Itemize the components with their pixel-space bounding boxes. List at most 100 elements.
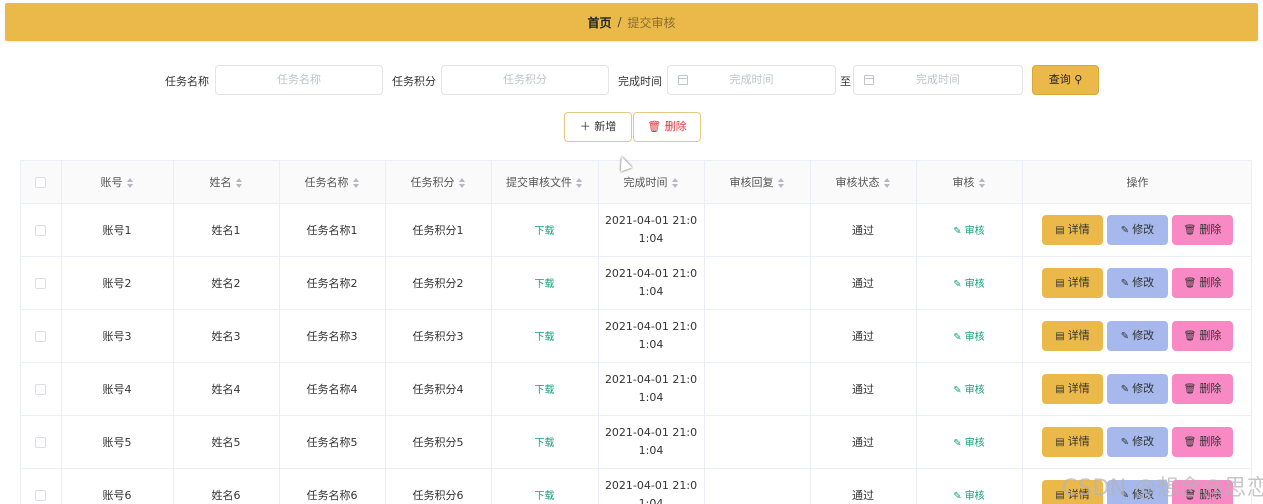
sort-caret-icon[interactable] bbox=[883, 177, 891, 188]
task-name-input[interactable]: 任务名称 bbox=[215, 65, 383, 95]
document-icon: ▤ bbox=[1055, 277, 1065, 289]
sort-caret-icon[interactable] bbox=[777, 177, 785, 188]
column-header-audit[interactable]: 审核 bbox=[916, 161, 1023, 204]
sort-caret-icon[interactable] bbox=[458, 177, 466, 188]
sort-caret-icon[interactable] bbox=[576, 177, 583, 188]
row-checkbox[interactable] bbox=[35, 383, 47, 395]
task-name-label: 任务名称 bbox=[165, 75, 209, 88]
edit-button[interactable]: ✎ 修改 bbox=[1107, 214, 1168, 245]
download-link[interactable]: 下载 bbox=[535, 279, 555, 290]
reply-cell bbox=[704, 415, 811, 469]
query-button[interactable]: 查询 ⚲ bbox=[1032, 65, 1099, 95]
detail-label: 详情 bbox=[1067, 434, 1090, 448]
calendar-icon bbox=[678, 75, 688, 85]
row-delete-button[interactable]: 🗑 删除 bbox=[1172, 426, 1233, 457]
column-header-reply[interactable]: 审核回复 bbox=[704, 161, 811, 204]
column-header-time[interactable]: 完成时间 bbox=[598, 161, 705, 204]
row-delete-label: 删除 bbox=[1199, 275, 1222, 289]
name-cell: 姓名4 bbox=[173, 362, 280, 416]
breadcrumb-home[interactable]: 首页 bbox=[587, 14, 611, 31]
actions-cell: ▤ 详情 ✎ 修改 🗑 删除 bbox=[1022, 256, 1251, 310]
audit-label: 审核 bbox=[964, 332, 985, 343]
column-header-file[interactable]: 提交审核文件 bbox=[491, 161, 599, 204]
range-to-label: 至 bbox=[840, 75, 851, 88]
reply-cell bbox=[704, 468, 811, 504]
detail-button[interactable]: ▤ 详情 bbox=[1042, 320, 1103, 351]
task-points-label: 任务积分 bbox=[392, 75, 436, 88]
row-select-cell bbox=[21, 256, 62, 310]
time-cell: 2021-04-01 21:0 1:04 bbox=[598, 468, 705, 504]
column-header-task-points[interactable]: 任务积分 bbox=[385, 161, 492, 204]
download-link[interactable]: 下载 bbox=[535, 491, 555, 502]
sort-caret-icon[interactable] bbox=[978, 177, 986, 188]
column-header-status[interactable]: 审核状态 bbox=[810, 161, 917, 204]
add-button[interactable]: ＋ 新增 bbox=[564, 112, 632, 142]
edit-button[interactable]: ✎ 修改 bbox=[1107, 373, 1168, 404]
row-delete-button[interactable]: 🗑 删除 bbox=[1172, 373, 1233, 404]
task-name-cell: 任务名称1 bbox=[279, 203, 386, 257]
download-link[interactable]: 下载 bbox=[535, 332, 555, 343]
audit-label: 审核 bbox=[964, 279, 985, 290]
detail-button[interactable]: ▤ 详情 bbox=[1042, 267, 1103, 298]
status-cell: 通过 bbox=[810, 256, 917, 310]
row-delete-button[interactable]: 🗑 删除 bbox=[1172, 267, 1233, 298]
audit-link[interactable]: ✎ 审核 bbox=[953, 438, 984, 449]
watermark: CSDN @想念@思恋 bbox=[1062, 476, 1263, 501]
task-name-cell: 任务名称2 bbox=[279, 256, 386, 310]
download-link[interactable]: 下载 bbox=[535, 226, 555, 237]
column-header-account[interactable]: 账号 bbox=[61, 161, 174, 204]
column-header-task-name[interactable]: 任务名称 bbox=[279, 161, 386, 204]
task-points-cell: 任务积分1 bbox=[385, 203, 492, 257]
end-date-input[interactable]: 完成时间 bbox=[853, 65, 1023, 95]
select-all-checkbox[interactable] bbox=[35, 176, 47, 188]
start-date-input[interactable]: 完成时间 bbox=[667, 65, 836, 95]
audit-link[interactable]: ✎ 审核 bbox=[953, 279, 984, 290]
pencil-icon: ✎ bbox=[1120, 330, 1130, 342]
edit-button[interactable]: ✎ 修改 bbox=[1107, 267, 1168, 298]
table-row: 账号2 姓名2 任务名称2 任务积分2 下载 2021-04-01 21:0 1:04 通过 ✎… bbox=[21, 256, 1251, 310]
download-link[interactable]: 下载 bbox=[535, 438, 555, 449]
audit-link[interactable]: ✎ 审核 bbox=[953, 385, 984, 396]
detail-button[interactable]: ▤ 详情 bbox=[1042, 426, 1103, 457]
batch-delete-button[interactable]: 🗑 删除 bbox=[633, 112, 701, 142]
task-points-cell: 任务积分4 bbox=[385, 362, 492, 416]
column-label: 任务名称 bbox=[304, 175, 349, 189]
edit-button[interactable]: ✎ 修改 bbox=[1107, 426, 1168, 457]
row-checkbox[interactable] bbox=[35, 224, 47, 236]
audit-link[interactable]: ✎ 审核 bbox=[953, 226, 984, 237]
account-cell: 账号5 bbox=[61, 415, 174, 469]
name-cell: 姓名5 bbox=[173, 415, 280, 469]
task-points-input[interactable]: 任务积分 bbox=[441, 65, 609, 95]
row-delete-button[interactable]: 🗑 删除 bbox=[1172, 320, 1233, 351]
task-points-cell: 任务积分2 bbox=[385, 256, 492, 310]
column-label: 审核 bbox=[952, 175, 975, 189]
row-select-cell bbox=[21, 415, 62, 469]
pencil-icon: ✎ bbox=[953, 385, 962, 396]
plus-icon: ＋ bbox=[579, 120, 591, 133]
row-delete-button[interactable]: 🗑 删除 bbox=[1172, 214, 1233, 245]
audit-link[interactable]: ✎ 审核 bbox=[953, 491, 984, 502]
edit-label: 修改 bbox=[1132, 381, 1155, 395]
detail-button[interactable]: ▤ 详情 bbox=[1042, 214, 1103, 245]
row-checkbox[interactable] bbox=[35, 277, 47, 289]
task-points-cell: 任务积分5 bbox=[385, 415, 492, 469]
row-checkbox[interactable] bbox=[35, 436, 47, 448]
column-header-name[interactable]: 姓名 bbox=[173, 161, 280, 204]
table-row: 账号3 姓名3 任务名称3 任务积分3 下载 2021-04-01 21:0 1:04 通过 ✎… bbox=[21, 309, 1251, 363]
search-bar: 任务名称 任务名称 任务积分 任务积分 完成时间 完成时间 至 完成时间 查询 … bbox=[0, 65, 1263, 95]
row-checkbox[interactable] bbox=[35, 330, 47, 342]
audit-link[interactable]: ✎ 审核 bbox=[953, 332, 984, 343]
sort-caret-icon[interactable] bbox=[235, 177, 243, 188]
breadcrumb-current: 提交审核 bbox=[627, 15, 676, 30]
sort-caret-icon[interactable] bbox=[126, 177, 134, 188]
file-cell: 下载 bbox=[491, 362, 599, 416]
download-link[interactable]: 下载 bbox=[535, 385, 555, 396]
sort-caret-icon[interactable] bbox=[352, 177, 360, 188]
trash-icon: 🗑 bbox=[1183, 330, 1197, 342]
trash-icon: 🗑 bbox=[1183, 436, 1197, 448]
edit-button[interactable]: ✎ 修改 bbox=[1107, 320, 1168, 351]
sort-caret-icon[interactable] bbox=[671, 177, 679, 188]
detail-button[interactable]: ▤ 详情 bbox=[1042, 373, 1103, 404]
status-cell: 通过 bbox=[810, 309, 917, 363]
row-checkbox[interactable] bbox=[35, 489, 47, 501]
